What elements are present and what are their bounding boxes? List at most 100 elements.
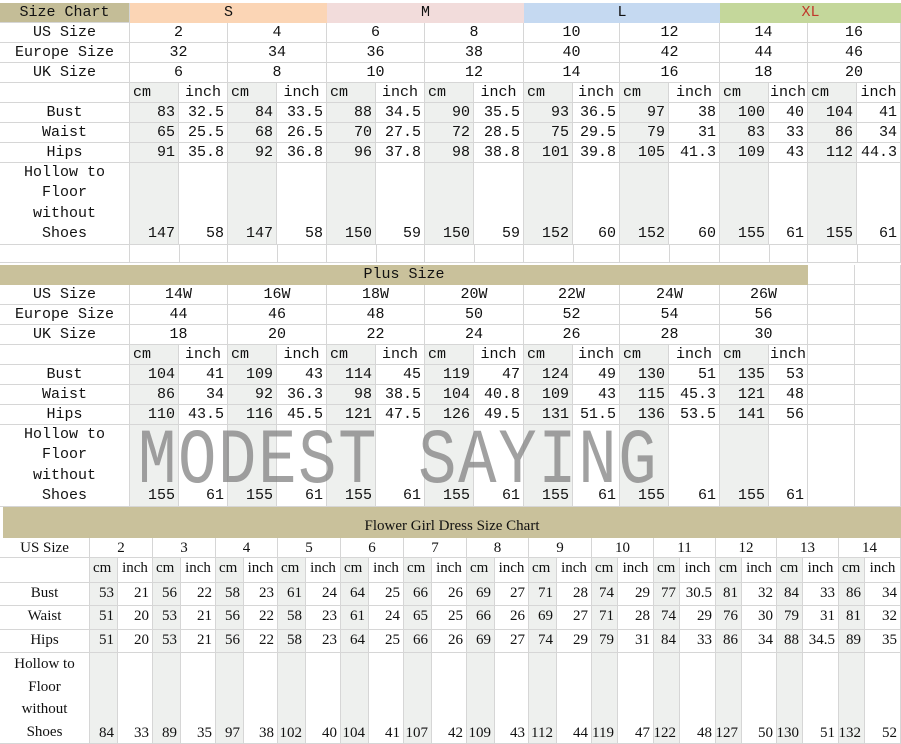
cm-value: 79 xyxy=(777,606,803,630)
unit-cm-header: cm xyxy=(341,558,369,583)
empty-cell xyxy=(855,345,901,365)
size-value: 48 xyxy=(327,305,425,325)
cm-value: 135 xyxy=(720,365,769,385)
length-label-line: Shoes xyxy=(41,486,87,504)
cm-value: 105 xyxy=(620,143,669,163)
length-label-line: without xyxy=(21,701,68,718)
inch-value: 38 xyxy=(244,653,278,744)
cm-value: 119 xyxy=(592,653,618,744)
size-value: 12 xyxy=(716,538,777,558)
unit-cm-header: cm xyxy=(130,83,179,103)
unit-inch-header: inch xyxy=(803,558,839,583)
size-value: 6 xyxy=(130,63,228,83)
unit-inch-header: inch xyxy=(376,83,425,103)
inch-value: 25 xyxy=(369,583,404,606)
cm-value: 92 xyxy=(228,143,277,163)
inch-value: 33 xyxy=(769,123,808,143)
unit-inch-header: inch xyxy=(179,83,228,103)
inch-value: 29 xyxy=(557,630,592,653)
inch-value: 22 xyxy=(244,606,278,630)
unit-cm-header: cm xyxy=(153,558,181,583)
cm-value: 66 xyxy=(404,583,432,606)
cm-value: 74 xyxy=(529,630,557,653)
inch-value: 43 xyxy=(277,365,327,385)
cm-value: 65 xyxy=(404,606,432,630)
size-chart-image: Size Chart S M L XL US Size 2 4 6 8 10 12 14 16 Europe… xyxy=(0,0,901,744)
unit-cm-header: cm xyxy=(524,83,573,103)
size-value: 16W xyxy=(228,285,327,305)
cm-value: 109 xyxy=(720,143,769,163)
inch-value: 28.5 xyxy=(474,123,524,143)
inch-value: 33 xyxy=(803,583,839,606)
unit-inch-header: inch xyxy=(376,345,425,365)
cm-value: 71 xyxy=(592,606,618,630)
unit-inch-header: inch xyxy=(474,345,524,365)
unit-cm-header: cm xyxy=(592,558,618,583)
inch-value: 36.8 xyxy=(277,143,327,163)
flower-girl-title: Flower Girl Dress Size Chart xyxy=(3,507,901,538)
unit-inch-header: inch xyxy=(181,558,216,583)
unit-cm-header: cm xyxy=(130,345,179,365)
inch-value: 22 xyxy=(244,630,278,653)
size-value: 10 xyxy=(524,23,620,43)
cm-value: 98 xyxy=(327,385,376,405)
unit-cm-header: cm xyxy=(524,345,573,365)
size-value: 9 xyxy=(529,538,592,558)
inch-value: 34.5 xyxy=(376,103,425,123)
inch-value: 35.5 xyxy=(474,103,524,123)
empty-cell xyxy=(855,325,901,345)
inch-value: 60 xyxy=(669,163,720,245)
inch-value: 21 xyxy=(118,583,153,606)
cm-value: 86 xyxy=(839,583,865,606)
cm-value: 64 xyxy=(341,583,369,606)
measure-label-bust: Bust xyxy=(0,365,130,385)
size-value: 2 xyxy=(130,23,228,43)
unit-inch-header: inch xyxy=(680,558,716,583)
cm-value: 66 xyxy=(404,630,432,653)
size-value: 32 xyxy=(130,43,228,63)
cm-value: 104 xyxy=(425,385,474,405)
inch-value: 34.5 xyxy=(803,630,839,653)
empty-cell xyxy=(855,365,901,385)
unit-cm-header: cm xyxy=(716,558,742,583)
inch-value: 21 xyxy=(181,630,216,653)
inch-value: 61 xyxy=(669,425,720,507)
inch-value: 38.5 xyxy=(376,385,425,405)
inch-value: 26 xyxy=(432,630,467,653)
cm-value: 119 xyxy=(425,365,474,385)
length-label-line: Hollow to xyxy=(23,426,105,444)
inch-value: 51 xyxy=(669,365,720,385)
unit-row-label xyxy=(0,345,130,365)
cm-value: 72 xyxy=(425,123,474,143)
cm-value: 122 xyxy=(654,653,680,744)
inch-value: 25 xyxy=(369,630,404,653)
unit-inch-header: inch xyxy=(277,83,327,103)
cm-value: 74 xyxy=(592,583,618,606)
empty-cell xyxy=(573,245,574,263)
cm-value: 98 xyxy=(425,143,474,163)
inch-value: 34 xyxy=(179,385,228,405)
size-value: 18 xyxy=(130,325,228,345)
unit-cm-header: cm xyxy=(278,558,306,583)
cm-value: 155 xyxy=(808,163,857,245)
size-value: 6 xyxy=(341,538,404,558)
size-value: 56 xyxy=(720,305,808,325)
size-value: 22 xyxy=(327,325,425,345)
unit-cm-header: cm xyxy=(654,558,680,583)
cm-value: 109 xyxy=(524,385,573,405)
inch-value: 24 xyxy=(306,583,341,606)
inch-value: 32 xyxy=(742,583,777,606)
length-label-line: Floor xyxy=(41,184,87,202)
unit-row-label xyxy=(0,83,130,103)
inch-value: 61 xyxy=(857,163,901,245)
empty-cell xyxy=(669,245,670,263)
cm-value: 69 xyxy=(467,630,495,653)
inch-value: 34 xyxy=(742,630,777,653)
inch-value: 47 xyxy=(474,365,524,385)
plus-size-title: Plus Size xyxy=(0,265,808,285)
inch-value: 33.5 xyxy=(277,103,327,123)
cm-value: 71 xyxy=(529,583,557,606)
cm-value: 83 xyxy=(130,103,179,123)
cm-value: 89 xyxy=(839,630,865,653)
measure-label-hips: Hips xyxy=(0,143,130,163)
